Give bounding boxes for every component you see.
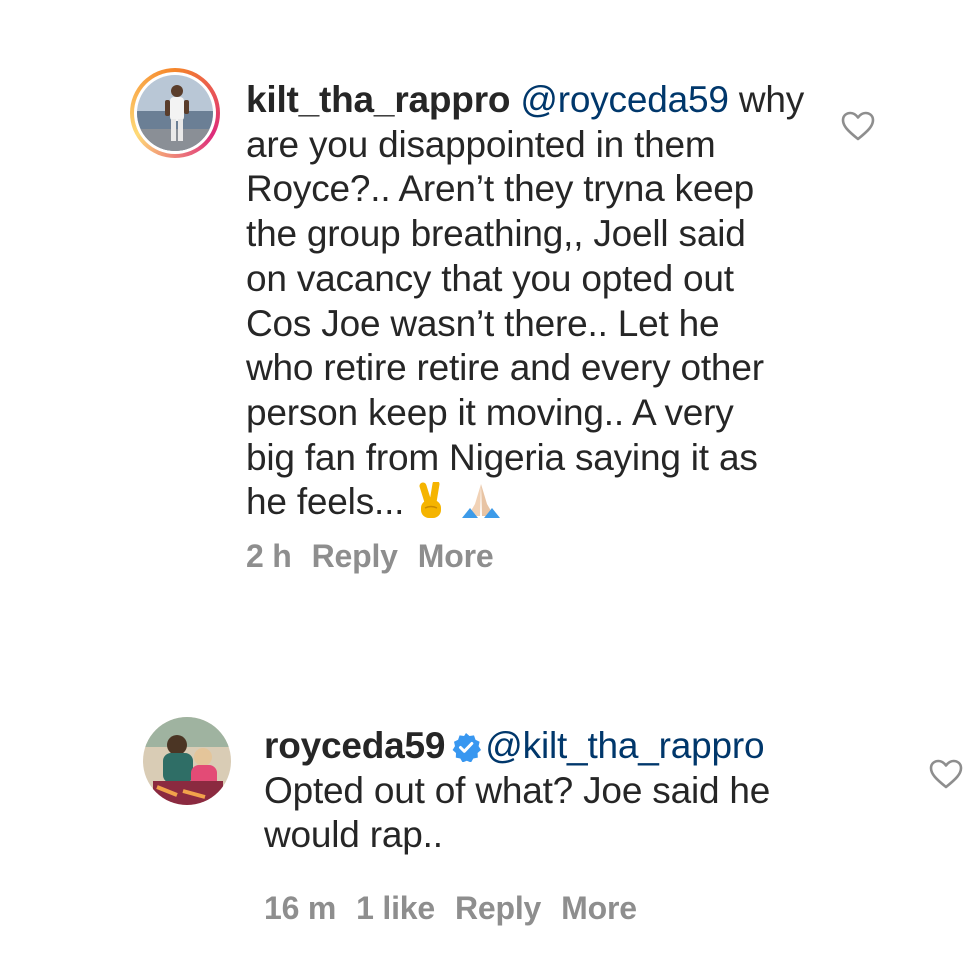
- more-button[interactable]: More: [561, 890, 637, 927]
- victory-hand-emoji-icon: [419, 482, 442, 519]
- reply-button[interactable]: Reply: [455, 890, 541, 927]
- comment-line: why: [728, 79, 805, 120]
- comment-body: kilt_tha_rappro @royceda59 why are you d…: [246, 78, 826, 525]
- likes-count-link[interactable]: 1 like: [356, 890, 435, 927]
- comment-line: the group breathing,, Joell said: [246, 213, 746, 255]
- comment-timestamp: 16 m: [264, 890, 337, 926]
- comment-username[interactable]: royceda59: [264, 725, 445, 766]
- comment-line: would rap..: [264, 814, 443, 856]
- avatar-story-ring[interactable]: [130, 68, 220, 158]
- comment-meta: 2 h Reply More: [246, 538, 494, 575]
- comment-line: Cos Joe wasn’t there.. Let he: [246, 302, 720, 344]
- comment-line: who retire retire and every other: [246, 347, 764, 389]
- comment-timestamp: 2 h: [246, 538, 292, 574]
- comment-line: person keep it moving.. A very: [246, 391, 734, 433]
- heart-outline-icon[interactable]: [928, 758, 964, 790]
- comment-meta: 16 m 1 like Reply More: [264, 890, 637, 927]
- comment-line: he feels...: [246, 481, 405, 523]
- comment-mention[interactable]: @royceda59: [520, 79, 729, 120]
- comment-body: royceda59 @kilt_tha_rappro Opted out of …: [264, 724, 884, 858]
- comment-line: on vacancy that you opted out: [246, 257, 734, 299]
- comment-mention[interactable]: @kilt_tha_rappro: [485, 725, 764, 766]
- cut-off-text-fragment: [300, 0, 380, 6]
- comment-line: Royce?.. Aren’t they tryna keep: [246, 168, 754, 210]
- verified-badge-icon: [452, 733, 482, 762]
- reply-button[interactable]: Reply: [312, 538, 398, 575]
- folded-hands-emoji-icon: [462, 484, 501, 519]
- avatar: [143, 717, 231, 805]
- comments-page: kilt_tha_rappro @royceda59 why are you d…: [0, 0, 980, 980]
- avatar-ring[interactable]: [142, 716, 232, 806]
- heart-outline-icon[interactable]: [840, 110, 876, 142]
- avatar: [137, 75, 213, 151]
- comment-username[interactable]: kilt_tha_rappro: [246, 79, 510, 120]
- comment-line: big fan from Nigeria saying it as: [246, 436, 758, 478]
- comment-line: Opted out of what? Joe said he: [264, 769, 771, 811]
- comment-line: are you disappointed in them: [246, 123, 716, 165]
- more-button[interactable]: More: [418, 538, 494, 575]
